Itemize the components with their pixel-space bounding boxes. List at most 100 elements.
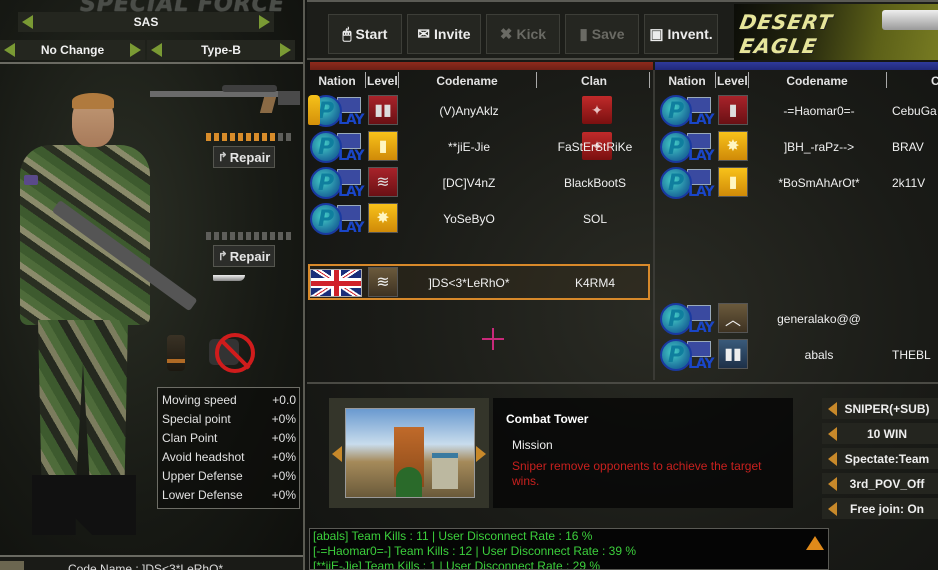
chat-message: [abals] Team Kills : 11 | User Disconnec… (313, 529, 593, 543)
chat-scroll-up-button[interactable] (803, 534, 827, 570)
player-codename: -=Haomar0=- (783, 104, 855, 118)
play-nation-icon: P LAY (660, 167, 715, 200)
nation-cell: P LAY (660, 131, 715, 164)
room-option-selector[interactable]: Spectate:Team (822, 448, 938, 469)
nation-cell: P LAY (660, 303, 715, 336)
chat-message: [-=Haomar0=-] Team Kills : 12 | User Dis… (313, 544, 637, 558)
room-option-selector[interactable]: 10 WIN (822, 423, 938, 444)
grenade-slot[interactable] (167, 335, 185, 371)
player-row[interactable]: P LAY ︿ generalako@@ (660, 302, 938, 336)
character-legs (38, 320, 128, 490)
arrow-left-icon[interactable] (22, 15, 33, 29)
arrow-left-icon[interactable] (828, 427, 837, 441)
arrow-left-icon[interactable] (828, 452, 837, 466)
next-map-arrow-icon[interactable] (476, 446, 486, 462)
header-codename: Codename (436, 74, 498, 88)
table-header: Nation Level Codename Clan (307, 70, 707, 92)
nation-cell (310, 267, 362, 299)
character-stats-box: Moving speed +0.0 Special point +0% Clan Poi… (157, 387, 300, 509)
kick-button[interactable]: ✖ Kick (486, 14, 560, 54)
play-p-glyph: P (318, 207, 335, 232)
red-team-table: Nation Level Codename Clan P LAY ▮▮ (V)AnyA… (307, 70, 655, 380)
option-value: Free join: On (849, 501, 924, 516)
player-clan: FaStErStRiKe (557, 140, 633, 154)
player-row[interactable]: P LAY ✸]BH_-raPz--> BRAV (660, 130, 938, 164)
durability-segment (206, 232, 211, 240)
player-row[interactable]: P LAY ≋ [DC]V4nZ BlackBootS (310, 166, 710, 200)
melee-weapon-knife[interactable] (213, 273, 253, 283)
save-button[interactable]: ▮ Save (565, 14, 639, 54)
arrow-left-icon[interactable] (151, 43, 162, 57)
arrow-left-icon[interactable] (828, 502, 837, 516)
repair-secondary-button[interactable]: ↱ Repair (213, 245, 275, 267)
variant-selector[interactable]: No Change (0, 40, 145, 60)
nation-cell: P LAY (310, 167, 365, 200)
option-value: Spectate:Team (844, 451, 930, 466)
primary-weapon-sniper-rifle[interactable] (150, 85, 300, 115)
option-value: SNIPER(+SUB) (844, 401, 930, 416)
player-row[interactable]: P LAY ✸ YoSeByO SOL (310, 202, 710, 236)
play-nation-icon: P LAY (660, 303, 715, 336)
stat-label: Upper Defense (162, 469, 243, 483)
rank-icon: ▮▮ (718, 339, 748, 369)
arrow-left-icon[interactable] (4, 43, 15, 57)
player-row[interactable]: P LAY ▮ -=Haomar0=- CebuGa (660, 94, 938, 128)
faction-selector[interactable]: SAS (18, 12, 274, 32)
play-nation-icon: P LAY (660, 95, 715, 128)
rank-icon: ▮ (718, 95, 748, 125)
repair-primary-button[interactable]: ↱ Repair (213, 146, 275, 168)
durability-segment (238, 133, 243, 141)
room-option-selector[interactable]: 3rd_POV_Off (822, 473, 938, 494)
arrow-right-icon[interactable] (259, 15, 270, 29)
nation-cell: P LAY (308, 95, 365, 128)
rifle-scope (222, 85, 277, 92)
arrow-right-icon[interactable] (280, 43, 291, 57)
shoulder-patch (24, 175, 38, 185)
header-separator (536, 72, 537, 88)
room-option-selector[interactable]: SNIPER(+SUB) (822, 398, 938, 419)
play-nation-icon: P LAY (660, 339, 715, 372)
player-row[interactable]: ≋]DS<3*LeRhO* K4RM4 (308, 264, 650, 300)
uk-flag-icon (310, 269, 362, 297)
arrow-left-icon[interactable] (828, 402, 837, 416)
room-option-selector[interactable]: Free join: On (822, 498, 938, 519)
player-row[interactable]: P LAY ▮ **jiE-Jie ✦ FaStErStRiKe (310, 130, 710, 164)
start-button[interactable]: 🖱 Start (328, 14, 402, 54)
codename-text: Code Name : ]DS<3*LeRhO* (68, 562, 224, 570)
mission-description: Sniper remove opponents to achieve the t… (512, 459, 762, 488)
repair-label: Repair (229, 149, 271, 165)
durability-segment (254, 232, 259, 240)
header-separator (649, 72, 650, 88)
player-row[interactable]: P LAY ▮▮ (V)AnyAklz ✦ (308, 94, 710, 128)
start-label: Start (355, 26, 388, 42)
durability-segment (270, 133, 275, 141)
chat-message: [**jiE-Jie] Team Kills : 1 | User Discon… (313, 559, 601, 570)
stat-value: +0% (271, 412, 296, 426)
player-row[interactable]: P LAY ▮▮ abals THEBL (660, 338, 938, 372)
play-nation-icon: P LAY (310, 203, 365, 236)
play-p-glyph: P (318, 99, 335, 124)
character-hair (72, 93, 114, 109)
inventory-label: Invent. (667, 26, 713, 42)
durability-segment (214, 232, 219, 240)
rank-icon: ▮▮ (368, 95, 398, 125)
durability-segment (278, 232, 283, 240)
invite-button[interactable]: ✉ Invite (407, 14, 481, 54)
banner-word-1: DESERT (737, 10, 835, 34)
arrow-left-icon[interactable] (828, 477, 837, 491)
player-row[interactable]: P LAY ▮ *BoSmAhArOt* 2k11V (660, 166, 938, 200)
durability-segment (222, 232, 227, 240)
rank-icon: ︿ (718, 303, 748, 333)
arrow-right-icon[interactable] (130, 43, 141, 57)
stat-label: Moving speed (162, 393, 237, 407)
codename-bar: Code Name : ]DS<3*LeRhO* (0, 555, 303, 570)
option-value: 3rd_POV_Off (849, 476, 925, 491)
kick-label: Kick (516, 26, 547, 42)
previous-map-arrow-icon[interactable] (332, 446, 342, 462)
map-thumbnail[interactable] (345, 408, 475, 498)
type-selector[interactable]: Type-B (147, 40, 295, 60)
durability-segment (262, 133, 267, 141)
item-slot-restricted[interactable] (205, 333, 261, 373)
inventory-button[interactable]: ▣ Invent. (644, 14, 718, 54)
character-model (10, 93, 198, 550)
